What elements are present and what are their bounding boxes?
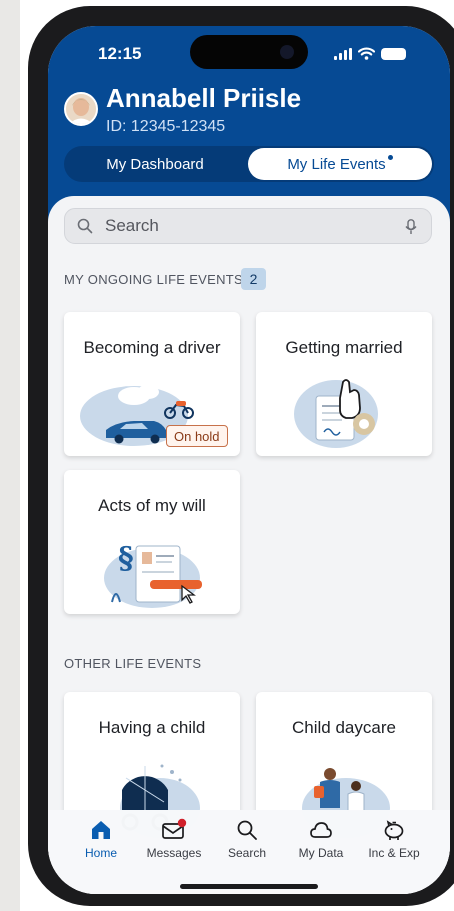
notification-dot xyxy=(177,818,187,828)
tab-my-life-events[interactable]: My Life Events xyxy=(248,148,432,180)
home-icon xyxy=(92,821,110,839)
dynamic-island xyxy=(190,35,308,69)
status-time: 12:15 xyxy=(98,44,142,63)
card-getting-married[interactable]: Getting married xyxy=(256,312,432,456)
cloud-icon xyxy=(310,822,332,838)
search-placeholder: Search xyxy=(105,216,159,235)
tab-label: Home xyxy=(84,846,117,860)
on-hold-badge: On hold xyxy=(166,425,228,447)
tab-my-dashboard[interactable]: My Dashboard xyxy=(66,148,244,180)
card-becoming-a-driver[interactable]: Becoming a driver On hold xyxy=(64,312,240,456)
user-name: Annabell Priisle xyxy=(106,83,302,113)
other-section-title: OTHER LIFE EVENTS xyxy=(64,656,202,671)
tab-inc-exp[interactable]: Inc & Exp xyxy=(354,818,434,860)
piggy-bank-icon xyxy=(384,820,404,840)
home-indicator xyxy=(180,884,318,889)
wifi-icon xyxy=(358,47,375,60)
battery-icon xyxy=(381,47,406,60)
status-icons xyxy=(334,47,406,60)
ongoing-count-badge: 2 xyxy=(241,268,266,290)
mail-icon xyxy=(162,818,187,839)
tab-label: Search xyxy=(227,846,267,860)
card-title: Becoming a driver xyxy=(83,338,221,357)
tab-home[interactable]: Home xyxy=(61,818,141,860)
camera-lens xyxy=(280,45,294,59)
avatar-photo xyxy=(66,94,96,124)
tab-my-dashboard-label: My Dashboard xyxy=(106,155,204,173)
tab-search[interactable]: Search xyxy=(207,818,287,860)
tab-my-data[interactable]: My Data xyxy=(281,818,361,860)
phone-screen: 12:15 Annabell Priisle ID: 12345-12345 M… xyxy=(48,26,450,894)
avatar[interactable] xyxy=(64,92,98,126)
left-strip xyxy=(0,0,20,911)
svg-text:§: § xyxy=(118,541,134,576)
card-acts-of-my-will[interactable]: Acts of my will § xyxy=(64,470,240,614)
tab-label: Inc & Exp xyxy=(368,846,420,860)
ongoing-section-title: MY ONGOING LIFE EVENTS xyxy=(64,272,244,287)
signal-icon xyxy=(334,47,352,60)
tab-messages[interactable]: Messages xyxy=(134,818,214,860)
card-title: Having a child xyxy=(98,718,206,737)
card-title: Acts of my will xyxy=(98,496,206,515)
microphone-icon[interactable] xyxy=(405,219,417,235)
view-switcher: My Dashboard My Life Events xyxy=(64,146,434,182)
card-title: Getting married xyxy=(285,338,403,357)
card-title: Child daycare xyxy=(292,718,396,737)
unread-dot xyxy=(387,154,393,160)
bottom-tab-bar: Home Messages Search My Data Inc & Exp xyxy=(48,810,450,894)
search-icon xyxy=(77,218,93,234)
tab-label: Messages xyxy=(146,846,202,860)
search-icon xyxy=(237,820,257,840)
search-input[interactable]: Search xyxy=(64,208,432,244)
user-id: ID: 12345-12345 xyxy=(106,118,226,135)
tab-my-life-events-label: My Life Events xyxy=(287,155,386,173)
legal-document-illustration: § xyxy=(104,541,202,608)
tab-label: My Data xyxy=(298,846,344,860)
marriage-certificate-illustration xyxy=(294,379,378,448)
